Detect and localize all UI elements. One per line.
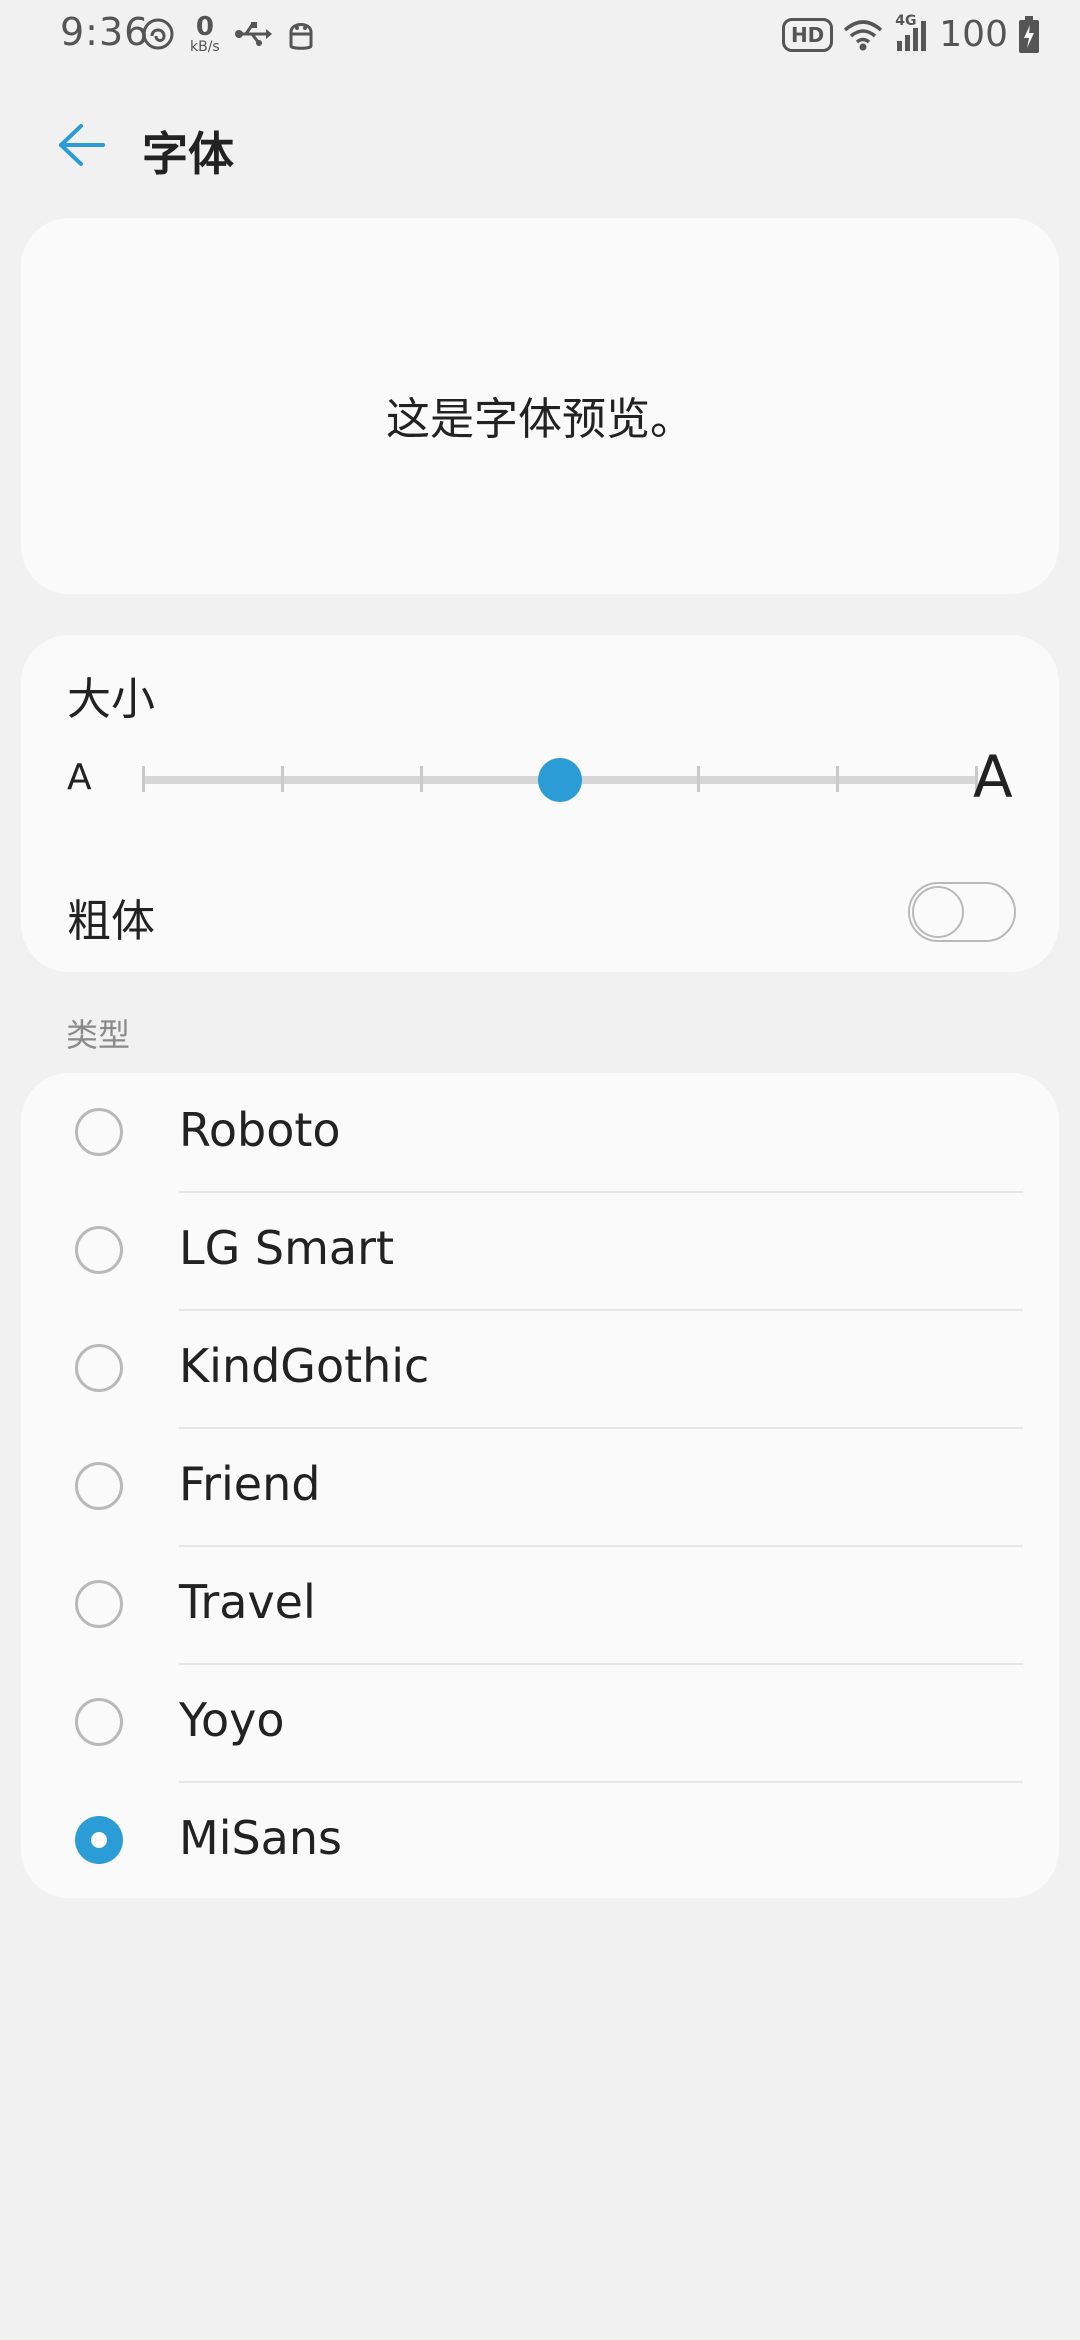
font-option-radio[interactable] [75, 1462, 123, 1510]
type-section-label: 类型 [66, 1016, 131, 1054]
size-label: 大小 [67, 674, 155, 725]
font-option-radio[interactable] [75, 1580, 123, 1628]
font-option-label: Travel [179, 1575, 316, 1629]
bold-toggle[interactable] [908, 882, 1016, 942]
font-preview-card: 这是字体预览。 [21, 218, 1059, 594]
font-option-radio[interactable] [75, 1816, 123, 1864]
signal-icon: 4G [893, 13, 929, 53]
wifi-icon [843, 18, 883, 52]
font-size-slider-thumb[interactable] [537, 758, 582, 802]
bold-toggle-knob [912, 886, 964, 938]
font-option-item[interactable]: KindGothic [21, 1309, 1059, 1427]
status-bar: 9:36 0 kB/s HD 4G 100 [0, 0, 1080, 70]
font-option-label: Yoyo [179, 1693, 285, 1747]
font-size-slider-tick [280, 766, 284, 792]
font-type-list: Roboto LG Smart KindGothic Friend Travel Yoyo… [21, 1073, 1059, 1898]
font-size-card: 大小 A A 粗体 [21, 635, 1059, 972]
font-option-item[interactable]: Roboto [21, 1073, 1059, 1191]
nfc-icon [140, 16, 176, 52]
android-icon [286, 16, 316, 52]
font-preview-text: 这是字体预览。 [386, 394, 694, 445]
font-option-radio[interactable] [75, 1698, 123, 1746]
usb-icon [234, 19, 272, 49]
font-size-slider-tick [142, 766, 145, 792]
font-option-item[interactable]: MiSans [21, 1781, 1059, 1899]
font-option-label: KindGothic [179, 1339, 430, 1393]
status-time: 9:36 [60, 10, 150, 54]
large-a-label: A [973, 743, 1013, 811]
font-size-slider-tick [697, 766, 701, 792]
font-option-item[interactable]: Travel [21, 1545, 1059, 1663]
font-option-label: Roboto [179, 1103, 341, 1157]
font-size-slider-tick [419, 766, 423, 792]
battery-level: 100 [939, 14, 1008, 55]
page-title: 字体 [142, 127, 234, 181]
font-option-label: MiSans [179, 1811, 342, 1865]
font-option-item[interactable]: Yoyo [21, 1663, 1059, 1781]
hd-badge: HD [781, 17, 834, 52]
font-option-radio[interactable] [75, 1226, 123, 1274]
font-option-radio[interactable] [75, 1344, 123, 1392]
app-header: 字体 [0, 100, 1080, 190]
font-option-label: Friend [179, 1457, 321, 1511]
font-size-slider-tick [836, 766, 840, 792]
font-option-item[interactable]: Friend [21, 1427, 1059, 1545]
font-option-item[interactable]: LG Smart [21, 1191, 1059, 1309]
net-speed: 0 kB/s [190, 12, 220, 55]
small-a-label: A [67, 757, 92, 798]
back-arrow-icon[interactable] [52, 118, 112, 172]
battery-charging-icon [1018, 15, 1040, 54]
font-option-label: LG Smart [179, 1221, 395, 1275]
bold-label: 粗体 [67, 896, 155, 947]
font-option-radio[interactable] [75, 1108, 123, 1156]
